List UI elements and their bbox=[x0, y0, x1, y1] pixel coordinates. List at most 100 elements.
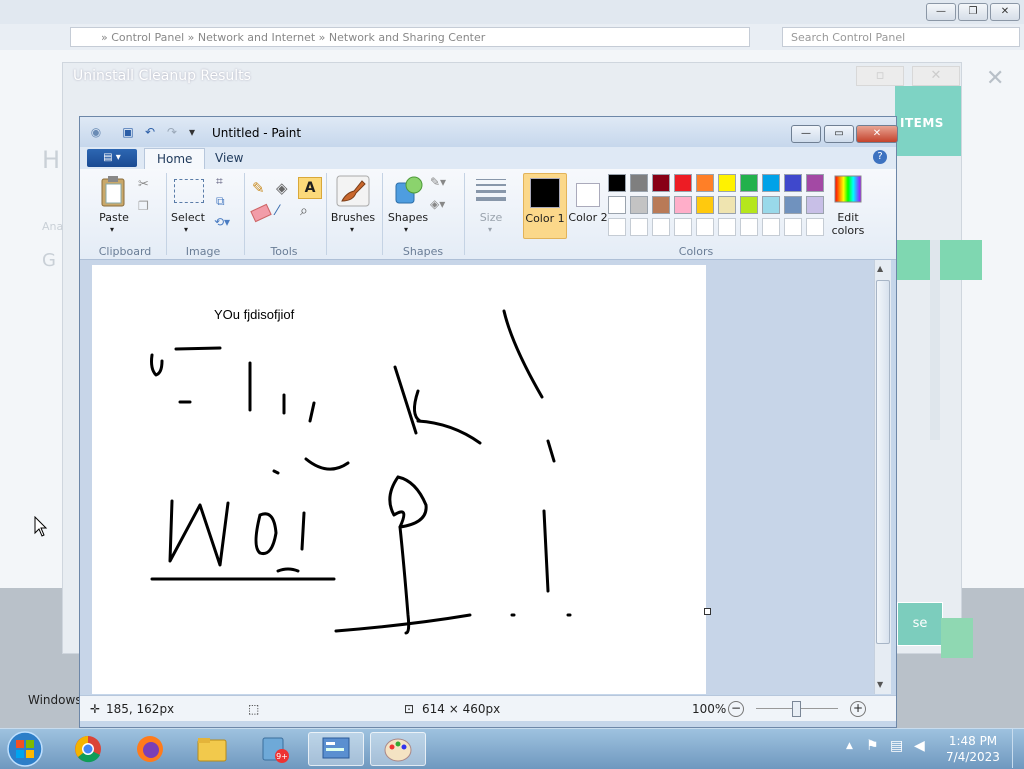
text-tool-icon[interactable]: A bbox=[298, 177, 322, 199]
zoom-slider-thumb[interactable] bbox=[792, 701, 801, 717]
brushes-label[interactable]: Brushes bbox=[328, 211, 378, 224]
uninstall-close-action-button[interactable]: se bbox=[897, 602, 943, 646]
palette-swatch[interactable] bbox=[740, 218, 758, 236]
palette-swatch[interactable] bbox=[608, 218, 626, 236]
shapes-label[interactable]: Shapes bbox=[384, 211, 432, 224]
uninstall-close-button[interactable]: ✕ bbox=[912, 66, 960, 86]
shapes-dropdown-icon[interactable]: ▾ bbox=[404, 225, 408, 234]
palette-swatch[interactable] bbox=[674, 218, 692, 236]
palette-swatch[interactable] bbox=[740, 196, 758, 214]
paint-menu-button[interactable]: ▤ ▾ bbox=[87, 149, 137, 167]
show-desktop-button[interactable] bbox=[1012, 729, 1024, 768]
brushes-icon[interactable] bbox=[336, 175, 370, 207]
edit-colors-icon[interactable] bbox=[834, 175, 862, 203]
palette-swatch[interactable] bbox=[806, 174, 824, 192]
edit-colors-label[interactable]: Edit colors bbox=[824, 211, 872, 237]
scroll-up-icon[interactable]: ▲ bbox=[877, 264, 883, 273]
bg-minimize-button[interactable]: — bbox=[926, 3, 956, 21]
color1-button[interactable]: Color 1 bbox=[523, 173, 567, 239]
customize-qat-icon[interactable]: ▾ bbox=[184, 125, 200, 139]
dialog-close-icon[interactable]: ✕ bbox=[986, 66, 1004, 91]
palette-swatch[interactable] bbox=[696, 196, 714, 214]
uninstall-scrollbar[interactable] bbox=[930, 240, 940, 440]
taskbar-control-panel-button[interactable] bbox=[308, 732, 364, 766]
scroll-down-icon[interactable]: ▼ bbox=[877, 680, 883, 689]
resize-icon[interactable]: ⧉ bbox=[216, 194, 225, 209]
tab-view[interactable]: View bbox=[203, 148, 255, 169]
paste-label[interactable]: Paste bbox=[94, 211, 134, 224]
palette-swatch[interactable] bbox=[652, 218, 670, 236]
save-icon[interactable]: ▣ bbox=[120, 125, 136, 139]
palette-swatch[interactable] bbox=[718, 196, 736, 214]
palette-swatch[interactable] bbox=[630, 218, 648, 236]
vertical-scrollbar[interactable]: ▲ ▼ bbox=[874, 260, 891, 694]
palette-swatch[interactable] bbox=[652, 196, 670, 214]
show-hidden-icons-icon[interactable]: ▲ bbox=[846, 741, 853, 751]
palette-swatch[interactable] bbox=[784, 218, 802, 236]
color2-button[interactable]: Color 2 bbox=[568, 173, 608, 237]
taskbar-cleanup-button[interactable]: 9+ bbox=[246, 732, 302, 766]
palette-swatch[interactable] bbox=[696, 218, 714, 236]
bg-maximize-button[interactable]: ❐ bbox=[958, 3, 988, 21]
palette-swatch[interactable] bbox=[806, 196, 824, 214]
help-icon[interactable]: ? bbox=[873, 150, 887, 164]
uninstall-maximize-button[interactable]: ▫ bbox=[856, 66, 904, 86]
search-box[interactable]: Search Control Panel bbox=[782, 27, 1020, 47]
palette-swatch[interactable] bbox=[718, 174, 736, 192]
palette-swatch[interactable] bbox=[652, 174, 670, 192]
shape-fill-icon[interactable]: ◈▾ bbox=[430, 197, 445, 211]
eraser-icon[interactable] bbox=[250, 203, 272, 223]
palette-swatch[interactable] bbox=[806, 218, 824, 236]
tab-home[interactable]: Home bbox=[144, 148, 206, 170]
volume-muted-icon[interactable]: ◀ bbox=[914, 738, 925, 754]
paint-minimize-button[interactable]: — bbox=[791, 125, 821, 143]
palette-swatch[interactable] bbox=[740, 174, 758, 192]
undo-icon[interactable]: ↶ bbox=[142, 125, 158, 139]
outline-icon[interactable]: ✎▾ bbox=[430, 175, 446, 189]
start-button-icon[interactable] bbox=[6, 730, 44, 768]
crop-icon[interactable]: ⌗ bbox=[216, 174, 223, 189]
size-icon[interactable] bbox=[476, 179, 506, 201]
palette-swatch[interactable] bbox=[630, 174, 648, 192]
palette-swatch[interactable] bbox=[674, 196, 692, 214]
paint-close-button[interactable]: ✕ bbox=[856, 125, 898, 143]
palette-swatch[interactable] bbox=[762, 218, 780, 236]
palette-swatch[interactable] bbox=[608, 174, 626, 192]
uninstall-green-button[interactable] bbox=[941, 618, 973, 658]
bg-close-button[interactable]: ✕ bbox=[990, 3, 1020, 21]
brushes-dropdown-icon[interactable]: ▾ bbox=[350, 225, 354, 234]
select-dropdown-icon[interactable]: ▾ bbox=[184, 225, 188, 234]
palette-swatch[interactable] bbox=[674, 174, 692, 192]
palette-swatch[interactable] bbox=[784, 174, 802, 192]
palette-swatch[interactable] bbox=[762, 174, 780, 192]
zoom-out-button[interactable]: − bbox=[728, 701, 744, 717]
canvas-resize-handle[interactable] bbox=[704, 608, 711, 615]
palette-swatch[interactable] bbox=[784, 196, 802, 214]
taskbar-clock[interactable]: 1:48 PM 7/4/2023 bbox=[944, 733, 1002, 765]
taskbar-chrome-button[interactable] bbox=[60, 732, 116, 766]
redo-icon[interactable]: ↷ bbox=[164, 125, 180, 139]
address-bar[interactable]: » Control Panel » Network and Internet »… bbox=[70, 27, 750, 47]
magnifier-icon[interactable]: ⌕ bbox=[300, 203, 308, 219]
drawing-canvas[interactable]: YOu fjdisofjiof bbox=[92, 265, 706, 694]
zoom-in-button[interactable]: + bbox=[850, 701, 866, 717]
size-label[interactable]: Size bbox=[472, 211, 510, 224]
paste-dropdown-icon[interactable]: ▾ bbox=[110, 225, 114, 234]
palette-swatch[interactable] bbox=[718, 218, 736, 236]
color-picker-icon[interactable]: ⁄ bbox=[276, 203, 278, 219]
select-label[interactable]: Select bbox=[168, 211, 208, 224]
select-icon[interactable] bbox=[174, 179, 204, 203]
taskbar-explorer-button[interactable] bbox=[184, 732, 240, 766]
network-icon[interactable]: ▤ bbox=[890, 738, 903, 754]
scrollbar-thumb[interactable] bbox=[876, 280, 890, 644]
palette-swatch[interactable] bbox=[696, 174, 714, 192]
shapes-icon[interactable] bbox=[392, 175, 424, 207]
taskbar-firefox-button[interactable] bbox=[122, 732, 178, 766]
size-dropdown-icon[interactable]: ▾ bbox=[488, 225, 492, 234]
palette-swatch[interactable] bbox=[630, 196, 648, 214]
taskbar-paint-button[interactable] bbox=[370, 732, 426, 766]
paint-maximize-button[interactable]: ▭ bbox=[824, 125, 854, 143]
fill-icon[interactable]: ◈ bbox=[276, 179, 288, 197]
cut-icon[interactable]: ✂ bbox=[138, 177, 149, 192]
paste-icon[interactable] bbox=[100, 175, 126, 207]
